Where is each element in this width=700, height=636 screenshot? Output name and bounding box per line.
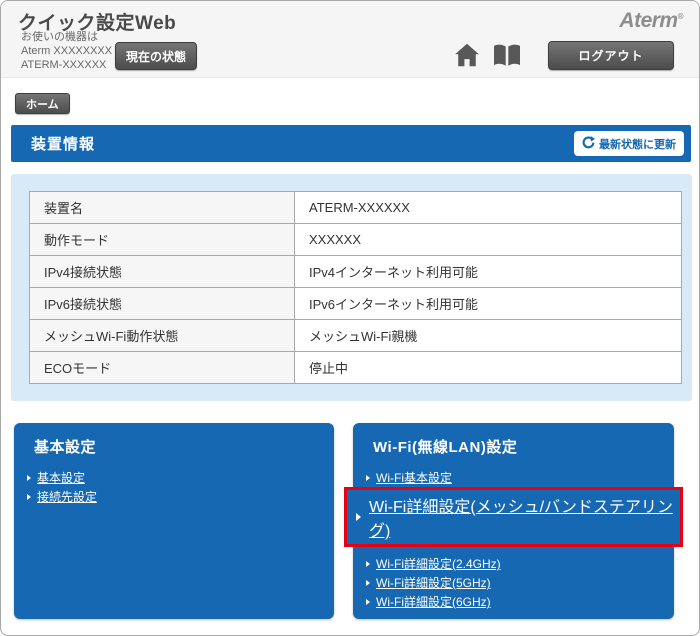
basic-settings-card: 基本設定 基本設定 接続先設定 <box>14 423 334 619</box>
row-value: XXXXXX <box>295 224 682 256</box>
link-wifi-basic-settings[interactable]: Wi-Fi基本設定 <box>376 469 452 486</box>
table-row: IPv6接続状態 IPv6インターネット利用可能 <box>30 288 682 320</box>
row-label: IPv6接続状態 <box>30 288 295 320</box>
registered-mark: ® <box>678 12 683 21</box>
row-label: 動作モード <box>30 224 295 256</box>
row-label: IPv4接続状態 <box>30 256 295 288</box>
table-row: ECOモード 停止中 <box>30 352 682 384</box>
device-info-section-bar: 装置情報 最新状態に更新 <box>11 125 691 162</box>
table-row: 動作モード XXXXXX <box>30 224 682 256</box>
list-item: Wi-Fi詳細設定(メッシュ/バンドステアリング) <box>347 493 680 541</box>
manual-book-icon-button[interactable] <box>490 41 524 71</box>
link-connection-settings[interactable]: 接続先設定 <box>37 488 97 505</box>
refresh-icon <box>582 136 595 152</box>
list-item: Wi-Fi詳細設定(5GHz) <box>366 574 491 591</box>
triangle-bullet-icon <box>366 580 370 586</box>
list-item: Wi-Fi基本設定 <box>366 469 452 486</box>
refresh-status-button[interactable]: 最新状態に更新 <box>574 131 684 156</box>
row-value: メッシュWi-Fi親機 <box>295 320 682 352</box>
quick-setting-web-page: クイック設定Web お使いの機器は Aterm XXXXXXXX ATERM-X… <box>0 0 700 636</box>
aterm-logo-text: Aterm <box>619 9 677 32</box>
triangle-bullet-icon <box>366 475 370 481</box>
link-basic-settings[interactable]: 基本設定 <box>37 469 85 486</box>
device-info-table: 装置名 ATERM-XXXXXX 動作モード XXXXXX IPv4接続状態 I… <box>29 191 682 384</box>
section-title: 装置情報 <box>31 133 95 154</box>
row-value: IPv4インターネット利用可能 <box>295 256 682 288</box>
device-info-panel: 装置名 ATERM-XXXXXX 動作モード XXXXXX IPv4接続状態 I… <box>11 174 692 401</box>
refresh-button-label: 最新状態に更新 <box>599 136 676 152</box>
row-value: 停止中 <box>295 352 682 384</box>
link-wifi-detail-6ghz[interactable]: Wi-Fi詳細設定(6GHz) <box>376 593 491 610</box>
table-row: 装置名 ATERM-XXXXXX <box>30 192 682 224</box>
aterm-logo: Aterm® <box>619 9 683 33</box>
triangle-bullet-icon <box>366 599 370 605</box>
link-wifi-detail-24ghz[interactable]: Wi-Fi詳細設定(2.4GHz) <box>376 555 501 572</box>
home-icon-button[interactable] <box>450 41 484 71</box>
device-info-intro: お使いの機器は <box>21 30 112 44</box>
app-header: クイック設定Web お使いの機器は Aterm XXXXXXXX ATERM-X… <box>1 1 699 78</box>
highlight-red-box: Wi-Fi詳細設定(メッシュ/バンドステアリング) <box>344 487 683 547</box>
row-label: メッシュWi-Fi動作状態 <box>30 320 295 352</box>
open-book-icon <box>490 42 524 71</box>
device-info-name: ATERM-XXXXXX <box>21 58 112 72</box>
link-wifi-detail-mesh-band-steering[interactable]: Wi-Fi詳細設定(メッシュ/バンドステアリング) <box>369 493 680 541</box>
triangle-bullet-icon <box>366 561 370 567</box>
list-item: 接続先設定 <box>27 488 97 505</box>
triangle-bullet-icon <box>27 494 31 500</box>
wifi-settings-card-title: Wi-Fi(無線LAN)設定 <box>373 436 517 457</box>
row-label: 装置名 <box>30 192 295 224</box>
device-info: お使いの機器は Aterm XXXXXXXX ATERM-XXXXXX <box>21 30 112 72</box>
row-label: ECOモード <box>30 352 295 384</box>
table-row: メッシュWi-Fi動作状態 メッシュWi-Fi親機 <box>30 320 682 352</box>
home-button[interactable]: ホーム <box>15 93 70 114</box>
home-icon <box>453 42 481 71</box>
link-wifi-detail-5ghz[interactable]: Wi-Fi詳細設定(5GHz) <box>376 574 491 591</box>
list-item: 基本設定 <box>27 469 85 486</box>
table-row: IPv4接続状態 IPv4インターネット利用可能 <box>30 256 682 288</box>
row-value: ATERM-XXXXXX <box>295 192 682 224</box>
triangle-bullet-icon <box>356 513 361 521</box>
logout-button[interactable]: ログアウト <box>548 41 674 70</box>
device-info-model: Aterm XXXXXXXX <box>21 44 112 58</box>
current-status-button[interactable]: 現在の状態 <box>115 42 197 70</box>
basic-settings-card-title: 基本設定 <box>34 436 96 457</box>
list-item: Wi-Fi詳細設定(6GHz) <box>366 593 491 610</box>
triangle-bullet-icon <box>27 475 31 481</box>
row-value: IPv6インターネット利用可能 <box>295 288 682 320</box>
list-item: Wi-Fi詳細設定(2.4GHz) <box>366 555 501 572</box>
